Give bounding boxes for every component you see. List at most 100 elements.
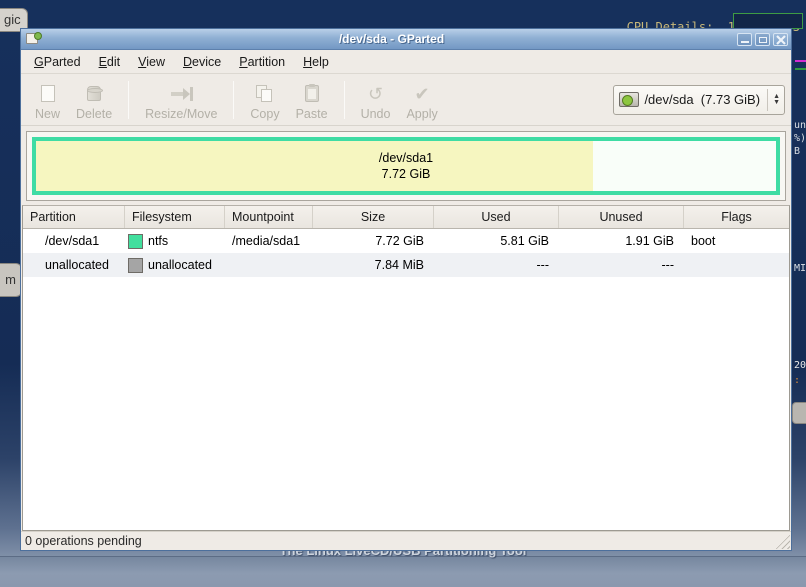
menubar: GParted Edit View Device Partition Help	[21, 50, 791, 74]
delete-partition-icon	[87, 83, 101, 105]
column-header-partition[interactable]: Partition	[23, 206, 125, 228]
table-row[interactable]: unallocated unallocated 7.84 MiB --- ---	[23, 253, 789, 277]
delete-button[interactable]: Delete	[68, 77, 120, 123]
resize-move-icon	[169, 83, 193, 105]
device-selector[interactable]: /dev/sda (7.73 GiB) ▲ ▼	[613, 85, 785, 115]
chevron-down-icon: ▼	[773, 100, 780, 106]
column-header-filesystem[interactable]: Filesystem	[125, 206, 225, 228]
background-text-fragment: :	[794, 375, 806, 386]
menu-help-label: Help	[303, 55, 329, 69]
copy-button-label: Copy	[250, 107, 279, 121]
operations-pending-text: 0 operations pending	[25, 534, 142, 548]
cell-unused: 1.91 GiB	[559, 234, 684, 248]
titlebar[interactable]: /dev/sda - GParted	[21, 29, 791, 50]
cell-mountpoint: /media/sda1	[225, 234, 313, 248]
filesystem-label: unallocated	[148, 258, 212, 272]
toolbar-separator	[128, 81, 129, 119]
table-row[interactable]: /dev/sda1 ntfs /media/sda1 7.72 GiB 5.81…	[23, 229, 789, 253]
cpu-history-graph	[733, 13, 803, 29]
background-text-fragment: MI	[794, 263, 806, 274]
copy-button[interactable]: Copy	[242, 77, 287, 123]
partition-visual-size: 7.72 GiB	[382, 166, 431, 182]
copy-icon	[256, 83, 274, 105]
cell-partition: unallocated	[23, 258, 125, 272]
background-text-fragment: 20	[794, 360, 806, 371]
partition-visual-sda1[interactable]: /dev/sda1 7.72 GiB	[32, 137, 780, 195]
menu-view[interactable]: View	[129, 52, 174, 72]
delete-button-label: Delete	[76, 107, 112, 121]
close-icon	[776, 35, 786, 45]
table-empty-area	[23, 277, 789, 530]
paste-button-label: Paste	[296, 107, 328, 121]
background-scrollbar-fragment	[792, 402, 806, 424]
cell-partition: /dev/sda1	[23, 234, 125, 248]
menu-gparted-label: GParted	[34, 55, 81, 69]
device-selector-value: /dev/sda (7.73 GiB)	[644, 92, 760, 107]
cell-size: 7.72 GiB	[313, 234, 434, 248]
new-button-label: New	[35, 107, 60, 121]
statusbar: 0 operations pending	[21, 531, 791, 550]
column-header-unused[interactable]: Unused	[559, 206, 684, 228]
partition-visual-name: /dev/sda1	[379, 150, 433, 166]
apply-icon: ✔	[415, 83, 430, 105]
new-partition-icon	[41, 83, 55, 105]
maximize-icon	[759, 37, 767, 43]
undo-icon: ↺	[368, 83, 383, 105]
menu-gparted[interactable]: GParted	[25, 52, 90, 72]
paste-icon	[305, 83, 319, 105]
toolbar-separator	[233, 81, 234, 119]
maximize-button[interactable]	[755, 33, 770, 46]
resize-grip[interactable]	[775, 534, 790, 549]
background-text-fragment: %)	[794, 133, 806, 144]
background-graph-line	[795, 60, 806, 62]
menu-device-label: Device	[183, 55, 221, 69]
background-text-fragment: un	[794, 120, 806, 131]
gparted-app-icon	[26, 32, 42, 46]
column-header-used[interactable]: Used	[434, 206, 559, 228]
new-button[interactable]: New	[27, 77, 68, 123]
table-header-row: Partition Filesystem Mountpoint Size Use…	[23, 206, 789, 229]
cell-size: 7.84 MiB	[313, 258, 434, 272]
cell-used: ---	[434, 258, 559, 272]
background-graph-line	[795, 68, 806, 70]
desktop-bottom-band	[0, 556, 806, 587]
minimize-button[interactable]	[737, 33, 752, 46]
undo-button[interactable]: ↺ Undo	[353, 77, 399, 123]
cell-filesystem: unallocated	[125, 258, 225, 273]
menu-edit[interactable]: Edit	[90, 52, 130, 72]
menu-edit-label: Edit	[99, 55, 121, 69]
menu-device[interactable]: Device	[174, 52, 230, 72]
cell-unused: ---	[559, 258, 684, 272]
filesystem-label: ntfs	[148, 234, 168, 248]
background-text-fragment: B	[794, 146, 806, 157]
apply-button[interactable]: ✔ Apply	[398, 77, 445, 123]
menu-help[interactable]: Help	[294, 52, 338, 72]
spinner-arrows-icon[interactable]: ▲ ▼	[773, 94, 780, 106]
menu-view-label: View	[138, 55, 165, 69]
desktop: { "desktop": { "tab_top": "gic", "tab_si…	[0, 0, 806, 587]
disk-visual-frame: /dev/sda1 7.72 GiB	[26, 131, 786, 201]
partition-visual-label: /dev/sda1 7.72 GiB	[36, 141, 776, 191]
window-title: /dev/sda - GParted	[46, 32, 737, 46]
cell-filesystem: ntfs	[125, 234, 225, 249]
toolbar-separator	[344, 81, 345, 119]
undo-button-label: Undo	[361, 107, 391, 121]
close-button[interactable]	[773, 33, 788, 46]
filesystem-color-swatch	[128, 258, 143, 273]
toolbar: New Delete Resize/Move Copy Paste ↺ Und	[21, 74, 791, 126]
column-header-size[interactable]: Size	[313, 206, 434, 228]
gparted-window: /dev/sda - GParted GParted Edit View Dev…	[20, 28, 792, 551]
resize-move-button-label: Resize/Move	[145, 107, 217, 121]
apply-button-label: Apply	[406, 107, 437, 121]
hard-drive-icon	[619, 92, 639, 107]
minimize-icon	[741, 41, 749, 43]
menu-partition-label: Partition	[239, 55, 285, 69]
column-header-flags[interactable]: Flags	[684, 206, 789, 228]
resize-move-button[interactable]: Resize/Move	[137, 77, 225, 123]
background-side-tab[interactable]: m	[0, 263, 22, 297]
column-header-mountpoint[interactable]: Mountpoint	[225, 206, 313, 228]
paste-button[interactable]: Paste	[288, 77, 336, 123]
cell-flags: boot	[684, 234, 789, 248]
cell-used: 5.81 GiB	[434, 234, 559, 248]
menu-partition[interactable]: Partition	[230, 52, 294, 72]
